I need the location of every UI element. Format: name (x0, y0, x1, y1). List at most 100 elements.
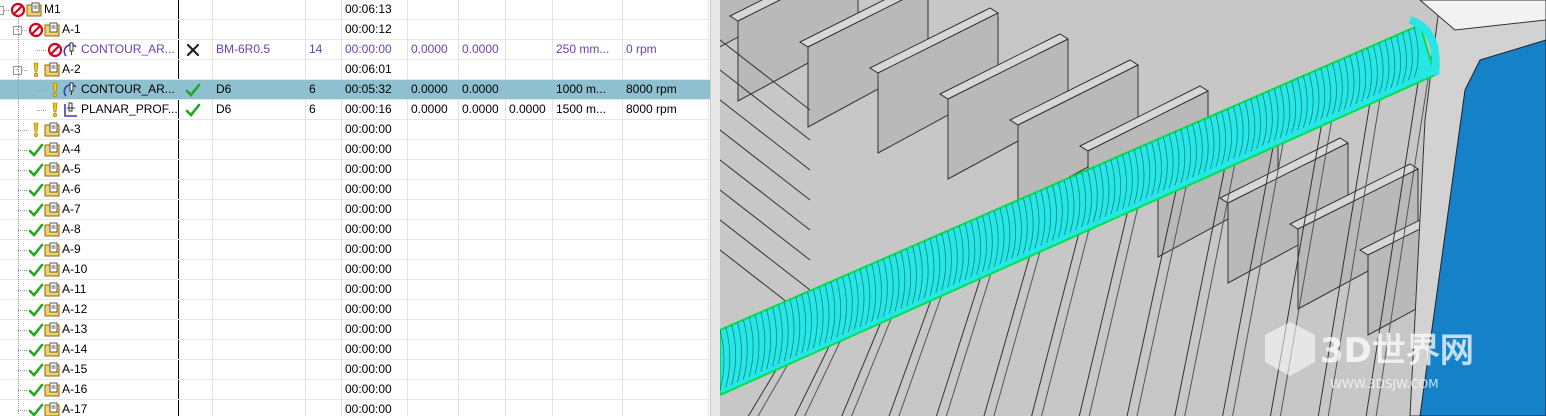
tree-connector (18, 370, 27, 371)
program-row[interactable]: A-16 00:00:00 (0, 380, 710, 400)
operation-row[interactable]: PLANAR_PROF... D6 6 00:00:16 0.0000 0.0000 0.0… (0, 100, 710, 120)
checkmark-icon (28, 142, 44, 158)
time-cell: 00:06:13 (345, 2, 392, 16)
row-name: A-15 (62, 362, 88, 376)
splitter[interactable] (710, 0, 720, 416)
program-row[interactable]: A-17 00:00:00 (0, 400, 710, 416)
program-group-icon (26, 2, 42, 18)
tree-connector (18, 190, 27, 191)
tree-connector (18, 14, 19, 414)
row-name: PLANAR_PROF... (81, 102, 178, 116)
program-row[interactable]: - A-1 00:00:12 (0, 20, 710, 40)
time-cell: 00:05:32 (345, 82, 392, 96)
operation-row[interactable]: CONTOUR_AR... BM-6R0.5 14 00:00:00 0.0000 0.0… (0, 40, 710, 60)
tree-connector (18, 250, 27, 251)
row-name: A-11 (62, 282, 87, 296)
program-row[interactable]: - A-2 00:06:01 (0, 60, 710, 80)
time-cell: 00:00:00 (345, 42, 392, 56)
program-group-icon (44, 222, 60, 238)
program-row[interactable]: A-7 00:00:00 (0, 200, 710, 220)
time-cell: 00:00:16 (345, 102, 392, 116)
floor-stock-cell: 0.0000 (462, 42, 499, 56)
time-cell: 00:00:00 (345, 142, 392, 156)
time-cell: 00:00:00 (345, 282, 392, 296)
watermark-logo: 3D世界网 (1320, 331, 1474, 371)
program-group-icon (44, 242, 60, 258)
tree-connector (37, 110, 46, 111)
checkmark-icon (28, 362, 44, 378)
contour-area-operation-icon (63, 82, 79, 98)
time-cell: 00:00:00 (345, 262, 392, 276)
row-name: M1 (44, 2, 61, 16)
cad-scene: 3D世界网 WWW.3DSJW.COM (720, 0, 1546, 416)
tool-cell: D6 (216, 82, 232, 96)
row-name: A-8 (62, 222, 81, 236)
time-cell: 00:00:00 (345, 362, 392, 376)
program-row[interactable]: A-10 00:00:00 (0, 260, 710, 280)
speed-cell: 0 rpm (626, 42, 657, 56)
row-name: A-6 (62, 182, 81, 196)
time-cell: 00:00:00 (345, 122, 392, 136)
time-cell: 00:00:00 (345, 342, 392, 356)
program-row[interactable]: A-15 00:00:00 (0, 360, 710, 380)
floor-stock-cell: 0.0000 (462, 102, 499, 116)
program-group-icon (44, 402, 60, 416)
tree-connector (18, 410, 27, 411)
program-row[interactable]: A-13 00:00:00 (0, 320, 710, 340)
program-group-icon (44, 62, 60, 78)
speed-cell: 8000 rpm (626, 82, 677, 96)
tool-cell: BM-6R0.5 (216, 42, 271, 56)
checkmark-icon (28, 282, 44, 298)
operation-row[interactable]: CONTOUR_AR... D6 6 00:05:32 0.0000 0.0000 1000… (0, 80, 710, 100)
program-row[interactable]: A-3 00:00:00 (0, 120, 710, 140)
program-row[interactable]: A-14 00:00:00 (0, 340, 710, 360)
program-group-icon (44, 282, 60, 298)
program-row[interactable]: A-6 00:00:00 (0, 180, 710, 200)
tolerance-cell: 0.0000 (509, 102, 546, 116)
planar-profile-operation-icon (63, 102, 79, 118)
program-row[interactable]: A-8 00:00:00 (0, 220, 710, 240)
time-cell: 00:00:00 (345, 222, 392, 236)
program-row[interactable]: A-9 00:00:00 (0, 240, 710, 260)
time-cell: 00:06:01 (345, 62, 392, 76)
checkmark-icon (28, 202, 44, 218)
program-row[interactable]: - M1 00:06:13 (0, 0, 710, 20)
stock-cell: 0.0000 (411, 102, 448, 116)
program-group-icon (44, 122, 60, 138)
program-group-icon (44, 162, 60, 178)
program-row[interactable]: A-4 00:00:00 (0, 140, 710, 160)
operation-navigator: - M1 00:06:13- A-1 00:00:12 CONTOUR_AR... BM-6… (0, 0, 710, 416)
program-group-icon (44, 22, 60, 38)
row-name: A-9 (62, 242, 81, 256)
tree-connector (18, 350, 27, 351)
tree-connector (37, 90, 46, 91)
feed-cell: 1000 m... (556, 82, 607, 96)
tree-connector (37, 50, 46, 51)
program-row[interactable]: A-11 00:00:00 (0, 280, 710, 300)
checkmark-icon (28, 162, 44, 178)
error-icon (47, 42, 63, 58)
row-name: A-5 (62, 162, 81, 176)
program-group-icon (44, 362, 60, 378)
row-name: A-14 (62, 342, 88, 356)
row-name: A-13 (62, 322, 88, 336)
row-name: CONTOUR_AR... (81, 42, 175, 56)
checkmark-icon (28, 222, 44, 238)
tree-connector (18, 390, 27, 391)
time-cell: 00:00:00 (345, 202, 392, 216)
expand-toggle[interactable]: - (0, 6, 4, 15)
checkmark-icon (28, 242, 44, 258)
program-row[interactable]: A-12 00:00:00 (0, 300, 710, 320)
program-row[interactable]: A-5 00:00:00 (0, 160, 710, 180)
row-name: A-12 (62, 302, 88, 316)
watermark-url: WWW.3DSJW.COM (1330, 377, 1439, 391)
time-cell: 00:00:12 (345, 22, 392, 36)
row-name: A-4 (62, 142, 81, 156)
warning-icon (47, 102, 63, 118)
row-name: A-1 (62, 22, 81, 36)
tree-connector (18, 310, 27, 311)
tool-number-cell: 6 (309, 82, 316, 96)
row-name: CONTOUR_AR... (81, 82, 175, 96)
warning-icon (47, 82, 63, 98)
graphics-viewport[interactable]: 3D世界网 WWW.3DSJW.COM (720, 0, 1546, 416)
